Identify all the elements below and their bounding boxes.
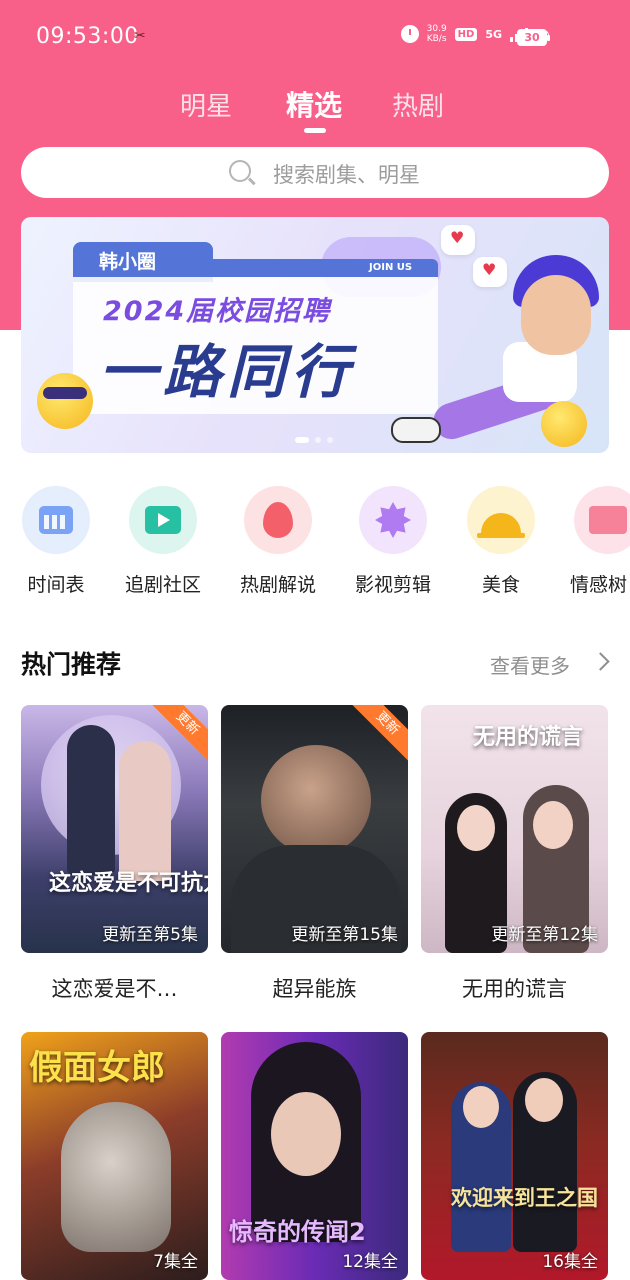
poster-title-art: 假面女郎 xyxy=(29,1048,165,1088)
flame-icon xyxy=(263,502,293,538)
drama-poster: 假面女郎 7集全 xyxy=(21,1032,208,1280)
search-icon xyxy=(229,160,251,182)
episode-caption: 16集全 xyxy=(542,1252,598,1272)
category-shortcuts: 时间表 追剧社区 热剧解说 影视剪辑 美食 情感树 xyxy=(0,486,630,596)
banner-headline-1: 2024届校园招聘 xyxy=(103,296,332,327)
sunglasses-emoji-icon xyxy=(37,373,93,429)
chevron-right-icon[interactable] xyxy=(591,652,610,671)
drama-title: 这恋爱是不… xyxy=(51,977,178,1001)
banner-pagination xyxy=(295,437,333,443)
section-title: 热门推荐 xyxy=(21,650,122,679)
heart-eyes-emoji-icon xyxy=(541,401,587,447)
category-icon-bg xyxy=(129,486,197,554)
tab-indicator xyxy=(304,128,326,133)
category-label: 追剧社区 xyxy=(124,574,201,596)
drama-card[interactable]: 无用的谎言 更新至第12集 无用的谎言 xyxy=(421,705,608,1005)
category-label: 影视剪辑 xyxy=(354,574,431,596)
drama-card[interactable]: 这恋爱是不可抗力 更新 更新至第5集 这恋爱是不… xyxy=(21,705,208,1005)
search-placeholder: 搜索剧集、明星 xyxy=(273,163,420,187)
category-label: 美食 xyxy=(481,574,520,596)
drama-card[interactable]: 欢迎来到王之国 16集全 xyxy=(421,1032,608,1280)
network-type: 5G xyxy=(485,27,503,41)
banner-brand: 韩小圈 xyxy=(99,251,157,273)
tab-featured[interactable]: 精选 xyxy=(286,84,342,124)
episode-caption: 更新至第5集 xyxy=(102,925,198,945)
search-bar[interactable]: 搜索剧集、明星 xyxy=(21,147,609,198)
tab-hot-dramas[interactable]: 热剧 xyxy=(392,86,444,123)
episode-caption: 7集全 xyxy=(153,1252,198,1272)
update-badge: 更新 xyxy=(348,705,408,763)
category-schedule[interactable]: 时间表 xyxy=(6,486,106,596)
see-more-link[interactable]: 查看更多 xyxy=(490,650,570,679)
status-bar: 09:53:00 ✂ 30.9 KB/s HD 5G ◠ 30 xyxy=(0,0,630,74)
category-commentary[interactable]: 热剧解说 xyxy=(228,486,328,596)
category-icon-bg xyxy=(467,486,535,554)
category-icon-bg xyxy=(22,486,90,554)
drama-poster: 这恋爱是不可抗力 更新 更新至第5集 xyxy=(21,705,208,953)
episode-caption: 更新至第12集 xyxy=(491,925,598,945)
category-community[interactable]: 追剧社区 xyxy=(113,486,213,596)
drama-card[interactable]: 假面女郎 7集全 xyxy=(21,1032,208,1280)
drama-poster: 无用的谎言 更新至第12集 xyxy=(421,705,608,953)
drama-card[interactable]: 惊奇的传闻2 12集全 xyxy=(221,1032,408,1280)
hd-icon: HD xyxy=(454,27,478,41)
play-badge-icon xyxy=(375,502,411,538)
drama-title: 超异能族 xyxy=(272,977,357,1001)
network-speed: 30.9 KB/s xyxy=(426,24,447,44)
episode-caption: 12集全 xyxy=(342,1252,398,1272)
tab-stars[interactable]: 明星 xyxy=(180,86,232,123)
poster-title-art: 这恋爱是不可抗力 xyxy=(49,871,208,896)
category-food[interactable]: 美食 xyxy=(451,486,551,596)
status-time: 09:53:00 xyxy=(36,24,139,49)
calendar-icon xyxy=(39,506,73,534)
poster-title-art: 欢迎来到王之国 xyxy=(451,1186,598,1210)
category-icon-bg xyxy=(359,486,427,554)
drama-poster: 更新 更新至第15集 xyxy=(221,705,408,953)
category-icon-bg xyxy=(244,486,312,554)
category-clips[interactable]: 影视剪辑 xyxy=(343,486,443,596)
alarm-icon xyxy=(400,25,419,43)
episode-caption: 更新至第15集 xyxy=(291,925,398,945)
banner-headline-2: 一路同行 xyxy=(99,338,356,406)
poster-title-art: 无用的谎言 xyxy=(473,725,584,750)
category-icon-bg xyxy=(574,486,630,554)
cloche-icon xyxy=(477,513,525,538)
drama-poster: 欢迎来到王之国 16集全 xyxy=(421,1032,608,1280)
promo-banner[interactable]: 韩小圈 JOIN US 2024届校园招聘 一路同行 xyxy=(21,217,609,453)
category-label: 热剧解说 xyxy=(239,574,316,596)
mail-heart-icon xyxy=(589,506,627,534)
category-label: 情感树 xyxy=(570,574,628,596)
poster-title-art: 惊奇的传闻2 xyxy=(229,1218,366,1246)
category-emotion-tree[interactable]: 情感树 xyxy=(556,486,630,596)
category-label: 时间表 xyxy=(27,574,85,596)
drama-title: 无用的谎言 xyxy=(462,977,567,1001)
app-notification-icon: ✂ xyxy=(134,28,146,44)
drama-poster: 惊奇的传闻2 12集全 xyxy=(221,1032,408,1280)
drama-card[interactable]: 更新 更新至第15集 超异能族 xyxy=(221,705,408,1005)
battery-icon: 30 xyxy=(517,29,550,46)
heart-bubble-icon xyxy=(441,225,475,255)
tv-icon xyxy=(145,506,181,534)
